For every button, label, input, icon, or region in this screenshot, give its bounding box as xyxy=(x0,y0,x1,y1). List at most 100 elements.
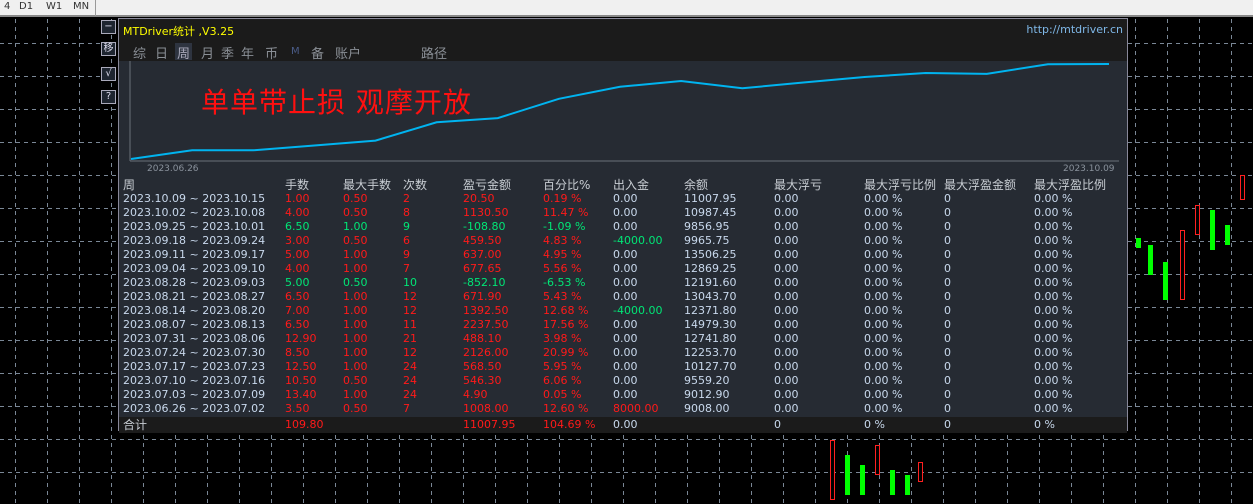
tab-10[interactable]: 路径 xyxy=(419,43,449,62)
table-cell: 2023.07.10 ~ 2023.07.16 xyxy=(123,374,266,387)
column-header[interactable]: 余额 xyxy=(684,178,708,192)
table-cell: 2023.09.25 ~ 2023.10.01 xyxy=(123,220,266,233)
table-cell: 17.56 % xyxy=(543,318,589,331)
table-cell: 9 xyxy=(403,248,410,261)
table-cell: 0.00 % xyxy=(864,290,903,303)
table-cell: 0.00 % xyxy=(1034,248,1073,261)
table-cell: 0.00 xyxy=(613,360,638,373)
candlestick xyxy=(875,445,880,475)
column-header[interactable]: 出入金 xyxy=(613,178,649,192)
grid-line-horizontal xyxy=(0,439,1253,440)
table-cell: 0.00 % xyxy=(864,220,903,233)
candlestick xyxy=(830,440,835,500)
table-cell: 2023.08.21 ~ 2023.08.27 xyxy=(123,290,266,303)
tab-4[interactable]: 季 xyxy=(219,43,236,62)
tab-0[interactable]: 综 xyxy=(131,43,148,62)
table-cell: -4000.00 xyxy=(613,304,663,317)
tab-3[interactable]: 月 xyxy=(199,43,216,62)
table-cell: 0.00 % xyxy=(864,248,903,261)
tab-1[interactable]: 日 xyxy=(153,43,170,62)
table-cell: 459.50 xyxy=(463,234,502,247)
tab-2[interactable]: 周 xyxy=(175,43,193,62)
table-cell: 0.00 xyxy=(613,290,638,303)
tab-8[interactable]: 备 xyxy=(309,43,326,62)
grid-line-vertical xyxy=(79,19,80,504)
table-cell: 2023.06.26 ~ 2023.07.02 xyxy=(123,402,266,415)
table-cell: 12253.70 xyxy=(684,346,737,359)
total-cell: 0 xyxy=(774,418,781,431)
column-header[interactable]: 手数 xyxy=(285,178,309,192)
total-cell: 0 xyxy=(944,418,951,431)
timeframe-h4[interactable]: 4 xyxy=(4,1,10,12)
table-cell: 1008.00 xyxy=(463,402,509,415)
grid-line-vertical xyxy=(1231,19,1232,504)
table-cell: 0.00 xyxy=(613,262,638,275)
tab-5[interactable]: 年 xyxy=(239,43,256,62)
table-cell: 0.00 xyxy=(774,374,799,387)
table-cell: 4.00 xyxy=(285,262,310,275)
table-cell: 0.00 % xyxy=(864,318,903,331)
column-header[interactable]: 最大浮亏比例 xyxy=(864,178,936,192)
timeframe-mn[interactable]: MN xyxy=(73,1,89,12)
candlestick xyxy=(1148,245,1153,275)
column-header[interactable]: 盈亏金额 xyxy=(463,178,511,192)
help-icon[interactable]: ? xyxy=(101,90,116,104)
total-cell: 104.69 % xyxy=(543,418,596,431)
timeframe-d1[interactable]: D1 xyxy=(19,1,33,12)
candlestick xyxy=(905,475,910,495)
check-icon[interactable]: √ xyxy=(101,67,116,81)
table-cell: 5.00 xyxy=(285,248,310,261)
table-cell: 5.00 xyxy=(285,276,310,289)
table-cell: 0 xyxy=(944,248,951,261)
table-cell: 11.47 % xyxy=(543,206,589,219)
table-cell: 10 xyxy=(403,276,417,289)
column-header[interactable]: 最大手数 xyxy=(343,178,391,192)
panel-titlebar[interactable]: MTDriver统计 ,V3.25 http://mtdriver.cn xyxy=(119,19,1127,41)
table-cell: 0.00 xyxy=(774,248,799,261)
table-cell: 2023.08.14 ~ 2023.08.20 xyxy=(123,304,266,317)
table-cell: 6.50 xyxy=(285,220,310,233)
column-header[interactable]: 周 xyxy=(123,178,135,192)
table-cell: 0.50 xyxy=(343,192,368,205)
column-header[interactable]: 最大浮盈金额 xyxy=(944,178,1016,192)
table-cell: 0.00 % xyxy=(1034,388,1073,401)
table-cell: 0.50 xyxy=(343,402,368,415)
table-row: 2023.08.28 ~ 2023.09.03 5.00 0.50 10 -852.10… xyxy=(119,276,1127,290)
table-cell: 0 xyxy=(944,346,951,359)
table-cell: 0.00 xyxy=(774,290,799,303)
candlestick xyxy=(1195,205,1200,235)
candlestick xyxy=(860,465,865,495)
table-cell: 0.00 % xyxy=(1034,332,1073,345)
table-cell: 0.00 xyxy=(613,388,638,401)
table-cell: 7 xyxy=(403,262,410,275)
table-cell: 546.30 xyxy=(463,374,502,387)
table-cell: 1.00 xyxy=(343,318,368,331)
table-row: 2023.06.26 ~ 2023.07.02 3.50 0.50 7 1008.00 1… xyxy=(119,402,1127,416)
table-cell: 12 xyxy=(403,304,417,317)
column-header[interactable]: 最大浮盈比例 xyxy=(1034,178,1106,192)
column-header[interactable]: 最大浮亏 xyxy=(774,178,822,192)
table-row: 2023.10.09 ~ 2023.10.15 1.00 0.50 2 20.50 0.1… xyxy=(119,192,1127,206)
table-cell: 0.00 % xyxy=(1034,318,1073,331)
table-cell: 0.00 % xyxy=(864,374,903,387)
table-cell: -852.10 xyxy=(463,276,506,289)
column-header[interactable]: 次数 xyxy=(403,178,427,192)
table-cell: 0 xyxy=(944,318,951,331)
table-cell: 0.00 % xyxy=(864,206,903,219)
website-link[interactable]: http://mtdriver.cn xyxy=(1026,23,1123,36)
table-cell: 0.00 % xyxy=(1034,276,1073,289)
table-row: 2023.09.25 ~ 2023.10.01 6.50 1.00 9 -108.80 -… xyxy=(119,220,1127,234)
table-cell: 8 xyxy=(403,206,410,219)
column-header[interactable]: 百分比% xyxy=(543,178,590,192)
timeframe-w1[interactable]: W1 xyxy=(46,1,62,12)
move-icon[interactable]: 移 xyxy=(101,42,116,56)
tab-6[interactable]: 币 xyxy=(263,43,280,62)
table-cell: 0.50 xyxy=(343,374,368,387)
table-cell: 5.43 % xyxy=(543,290,582,303)
table-cell: 2023.08.07 ~ 2023.08.13 xyxy=(123,318,266,331)
minimize-icon[interactable]: − xyxy=(101,20,116,34)
equity-chart: 单单带止损 观摩开放 2023.06.26 2023.10.09 xyxy=(119,61,1127,175)
table-cell: 12 xyxy=(403,346,417,359)
table-cell: 12.50 xyxy=(285,360,317,373)
tab-9[interactable]: 账户 xyxy=(333,43,363,62)
